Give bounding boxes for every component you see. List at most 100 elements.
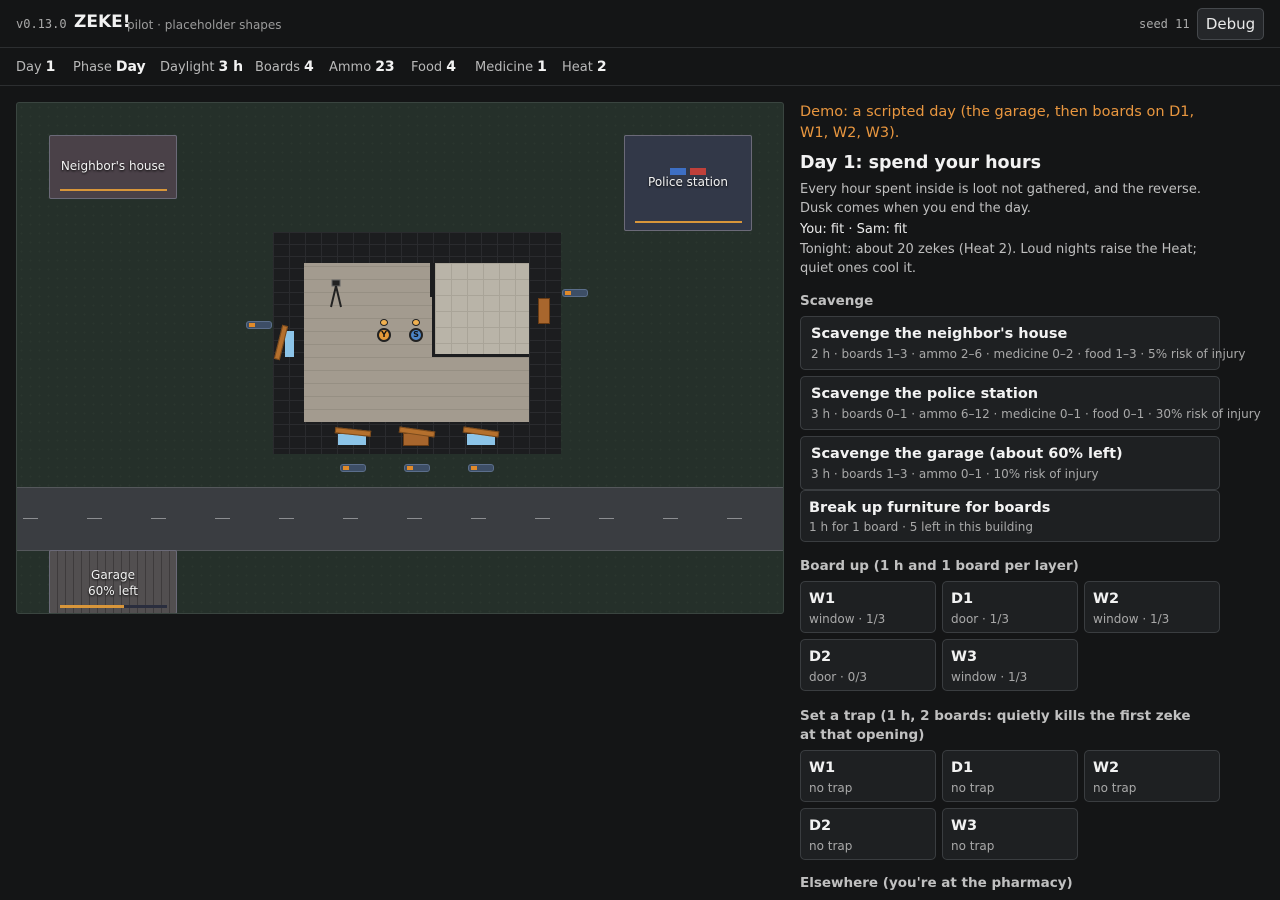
opening-status: window · 1/3 (809, 612, 886, 626)
trap-d1-button[interactable]: D1 no trap (942, 750, 1078, 802)
garage-lot[interactable]: Garage 60% left (49, 550, 177, 613)
scavenge-garage-button[interactable]: Scavenge the garage (about 60% left) 3 h… (800, 436, 1220, 490)
marker-w3 (468, 464, 494, 472)
garage-status: 60% left (88, 584, 138, 598)
lane-dash (151, 518, 166, 519)
trap-heading: Set a trap (1 h, 2 boards: quietly kills… (800, 708, 1191, 743)
party-status: You: fit · Sam: fit (800, 222, 908, 237)
opening-name: W3 (951, 649, 978, 665)
marker-d2 (562, 289, 588, 297)
window-w1-opening[interactable] (285, 331, 294, 357)
trap-status: no trap (809, 781, 853, 795)
opening-name: D1 (951, 760, 974, 776)
stat-day: Day 1 (16, 59, 56, 75)
day-heading: Day 1: spend your hours (800, 153, 1042, 173)
stat-boards: Boards 4 (255, 59, 314, 75)
opening-name: W1 (809, 591, 836, 607)
board-up-w2-button[interactable]: W2 window · 1/3 (1084, 581, 1220, 633)
garage-progress-track (60, 605, 167, 608)
opening-name: D2 (809, 818, 832, 834)
marker-w1 (246, 321, 272, 329)
marker-w2 (340, 464, 366, 472)
trap-status: no trap (951, 781, 995, 795)
card-title: Scavenge the garage (about 60% left) (811, 446, 1123, 462)
top-bar: v0.13.0 ZEKE! pilot · placeholder shapes… (0, 0, 1280, 48)
opening-name: D1 (951, 591, 974, 607)
lane-dash (599, 518, 614, 519)
board-up-d2-button[interactable]: D2 door · 0/3 (800, 639, 936, 691)
lane-dash (23, 518, 38, 519)
opening-name: W2 (1093, 591, 1120, 607)
sam-token[interactable]: S (409, 328, 423, 342)
version-label: v0.13.0 (16, 17, 67, 31)
board-up-w3-button[interactable]: W3 window · 1/3 (942, 639, 1078, 691)
tripod-lamp-icon (330, 279, 342, 309)
neighbor-house-bar (60, 189, 167, 191)
card-title: Break up furniture for boards (809, 500, 1051, 516)
scavenge-neighbor-button[interactable]: Scavenge the neighbor's house 2 h · boar… (800, 316, 1245, 370)
app-title: ZEKE! (74, 12, 131, 32)
game-map[interactable]: Neighbor's house Police station Y S Gara… (16, 102, 784, 614)
trap-status: no trap (1093, 781, 1137, 795)
card-title: Scavenge the neighbor's house (811, 326, 1068, 342)
stat-ammo: Ammo 23 (329, 59, 395, 75)
trap-w1-button[interactable]: W1 no trap (800, 750, 936, 802)
door-d2[interactable] (538, 298, 550, 324)
tonight-forecast: Tonight: about 20 zekes (Heat 2). Loud n… (800, 242, 1197, 276)
police-light-blue (670, 168, 686, 175)
break-furniture-button[interactable]: Break up furniture for boards 1 h for 1 … (800, 490, 1220, 542)
elsewhere-heading: Elsewhere (you're at the pharmacy) (800, 875, 1073, 891)
board-up-w1-button[interactable]: W1 window · 1/3 (800, 581, 936, 633)
seed-label: seed 11 (1139, 17, 1190, 31)
trap-status: no trap (951, 839, 995, 853)
stats-bar: Day 1 Phase Day Daylight 3 h Boards 4 Ammo 23… (0, 48, 1280, 86)
lane-dash (87, 518, 102, 519)
lane-dash (471, 518, 486, 519)
card-sub: 3 h · boards 0–1 · ammo 6–12 · medicine … (811, 407, 1261, 421)
board-up-d1-button[interactable]: D1 door · 1/3 (942, 581, 1078, 633)
lane-dash (407, 518, 422, 519)
opening-name: D2 (809, 649, 832, 665)
garage-label: Garage (91, 568, 135, 582)
card-title: Scavenge the police station (811, 386, 1039, 402)
police-station-bar (635, 221, 742, 223)
neighbor-house-label: Neighbor's house (60, 159, 166, 173)
demo-notice: Demo: a scripted day (the garage, then b… (800, 104, 1195, 141)
lane-dash (343, 518, 358, 519)
opening-name: W2 (1093, 760, 1120, 776)
stat-daylight: Daylight 3 h (160, 59, 244, 75)
stat-medicine: Medicine 1 (475, 59, 547, 75)
you-token[interactable]: Y (377, 328, 391, 342)
lane-dash (535, 518, 550, 519)
neighbor-house-lot[interactable]: Neighbor's house (49, 135, 177, 199)
stat-phase: Phase Day (73, 59, 146, 75)
trap-w2-button[interactable]: W2 no trap (1084, 750, 1220, 802)
opening-name: W1 (809, 760, 836, 776)
scavenge-police-button[interactable]: Scavenge the police station 3 h · boards… (800, 376, 1261, 430)
police-light-red (690, 168, 706, 175)
card-sub: 1 h for 1 board · 5 left in this buildin… (809, 520, 1033, 534)
opening-status: door · 0/3 (809, 670, 867, 684)
opening-status: window · 1/3 (951, 670, 1028, 684)
day-description: Every hour spent inside is loot not gath… (800, 182, 1201, 216)
trap-w3-button[interactable]: W3 no trap (942, 808, 1078, 860)
board-up-heading: Board up (1 h and 1 board per layer) (800, 558, 1079, 574)
you-head (380, 319, 388, 326)
trap-status: no trap (809, 839, 853, 853)
opening-status: window · 1/3 (1093, 612, 1170, 626)
trap-d2-button[interactable]: D2 no trap (800, 808, 936, 860)
lane-dash (215, 518, 230, 519)
stat-food: Food 4 (411, 59, 456, 75)
opening-status: door · 1/3 (951, 612, 1009, 626)
garage-progress-fill (60, 605, 125, 608)
road (17, 487, 783, 551)
stat-heat: Heat 2 (562, 59, 607, 75)
interior-wall (430, 263, 433, 297)
lane-dash (663, 518, 678, 519)
marker-d1 (404, 464, 430, 472)
debug-button[interactable]: Debug (1197, 8, 1264, 40)
opening-name: W3 (951, 818, 978, 834)
police-station-lot[interactable]: Police station (624, 135, 752, 231)
tiled-room (432, 263, 529, 357)
card-sub: 2 h · boards 1–3 · ammo 2–6 · medicine 0… (811, 347, 1246, 361)
